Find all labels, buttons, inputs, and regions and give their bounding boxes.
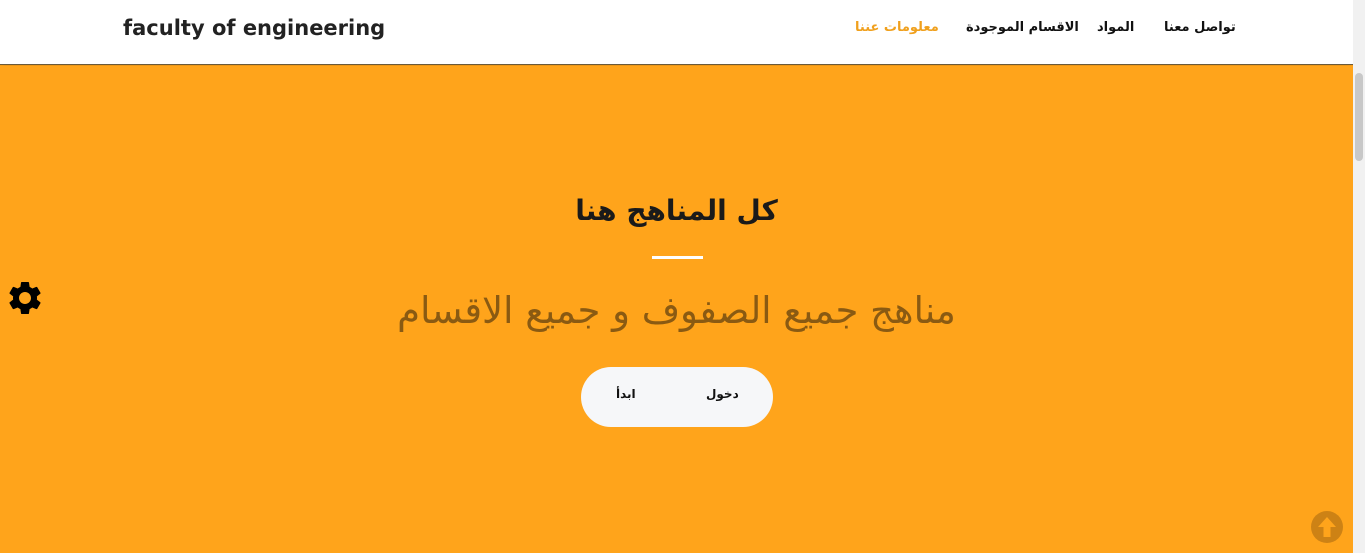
nav-item-about[interactable]: معلومات عننا [855, 20, 939, 35]
nav-item-departments[interactable]: الاقسام الموجودة [966, 20, 1079, 35]
hero-section: كل المناهج هنا مناهج جميع الصفوف و جميع … [0, 66, 1353, 553]
hero-subtitle: مناهج جميع الصفوف و جميع الاقسام [397, 289, 956, 332]
gear-icon[interactable] [5, 278, 45, 318]
scrollbar-thumb[interactable] [1355, 73, 1363, 161]
nav-item-contact[interactable]: تواصل معنا [1164, 20, 1236, 35]
cta-button-group: دخول ابدأ [581, 367, 773, 427]
arrow-up-circle-icon[interactable] [1310, 510, 1344, 544]
navbar: faculty of engineering تواصل معنا المواد… [0, 0, 1353, 65]
start-button[interactable]: ابدأ [616, 387, 636, 401]
nav-item-subjects[interactable]: المواد [1097, 20, 1134, 35]
hero-title: كل المناهج هنا [575, 194, 778, 227]
brand-logo[interactable]: faculty of engineering [123, 16, 385, 40]
login-button[interactable]: دخول [706, 387, 739, 401]
title-divider [652, 256, 703, 259]
